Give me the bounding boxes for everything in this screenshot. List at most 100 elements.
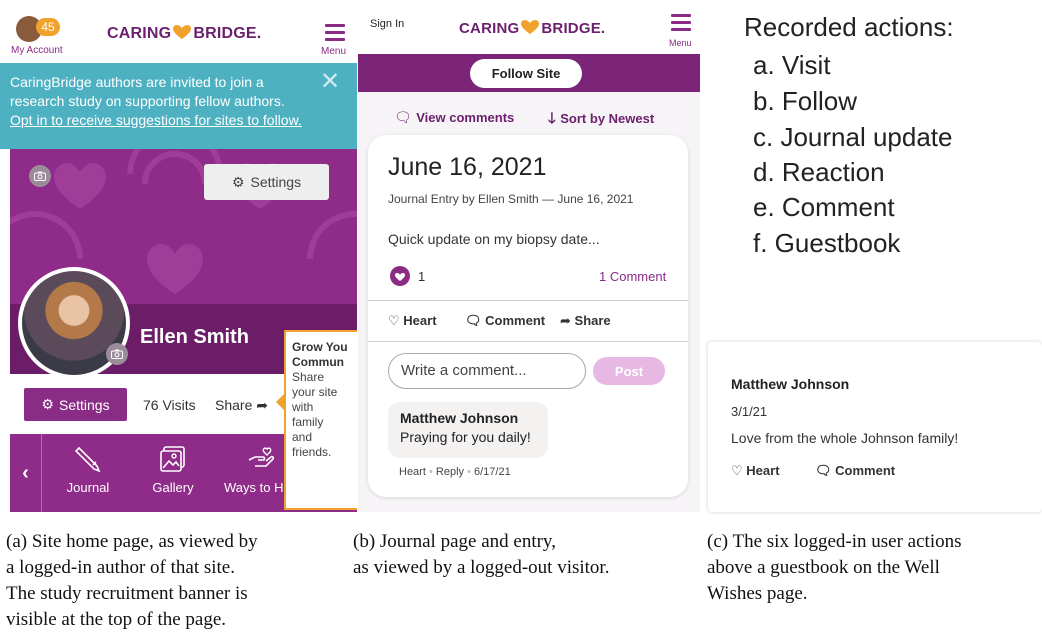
settings-button[interactable]: ⚙ Settings bbox=[24, 388, 127, 421]
nav-gallery-label: Gallery bbox=[152, 480, 194, 495]
logo-text-right: BRIDGE. bbox=[541, 20, 606, 37]
tooltip-heading-1: Grow You bbox=[292, 340, 348, 354]
caption-line: above a guestbook on the Well bbox=[707, 557, 940, 578]
sign-in-link[interactable]: Sign In bbox=[370, 18, 404, 30]
settings-button-label: Settings bbox=[58, 396, 110, 413]
entry-byline: Journal Entry by Ellen Smith — June 16, … bbox=[388, 192, 634, 206]
camera-icon[interactable] bbox=[106, 343, 128, 365]
guest-comment-button[interactable]: 🗨︎ Comment bbox=[815, 463, 895, 479]
comment-icon: 🗨︎ bbox=[394, 109, 412, 125]
opt-in-link[interactable]: Opt in to receive suggestions for sites … bbox=[10, 111, 347, 130]
sort-by-newest-link[interactable]: 🡓 Sort by Newest bbox=[548, 108, 654, 133]
heart-logo-icon bbox=[173, 25, 192, 39]
pencil-icon bbox=[74, 446, 101, 473]
helping-hand-icon bbox=[248, 447, 275, 467]
comment-icon: 🗨︎ bbox=[815, 463, 832, 478]
menu-icon[interactable] bbox=[671, 14, 691, 35]
banner-line-1: CaringBridge authors are invited to join… bbox=[10, 74, 264, 90]
action-item: b. Follow bbox=[753, 86, 858, 116]
sort-label: Sort by Newest bbox=[560, 111, 655, 126]
action-item: a. Visit bbox=[753, 50, 831, 80]
caption-line: (a) Site home page, as viewed by bbox=[6, 531, 258, 552]
follow-site-button[interactable]: Follow Site bbox=[470, 59, 582, 88]
tooltip-arrow bbox=[276, 394, 284, 410]
my-account-link[interactable]: My Account bbox=[11, 45, 63, 56]
menu-label[interactable]: Menu bbox=[669, 38, 692, 48]
comment-count-link[interactable]: 1 Comment bbox=[599, 269, 666, 284]
close-icon[interactable]: ✕ bbox=[320, 70, 340, 94]
comment-meta: Heart • Reply • 6/17/21 bbox=[399, 466, 511, 478]
arrow-down-icon: 🡓 bbox=[548, 110, 556, 127]
nav-ways-label: Ways to He bbox=[224, 480, 291, 495]
comment-label: Comment bbox=[835, 463, 896, 478]
commenter-name: Matthew Johnson bbox=[400, 410, 519, 426]
heart-button[interactable]: ♡ Heart bbox=[388, 313, 437, 329]
site-owner-name: Ellen Smith bbox=[140, 326, 249, 348]
menu-label[interactable]: Menu bbox=[321, 46, 346, 57]
reaction-count: 1 bbox=[418, 269, 426, 284]
caption-c: (c) The six logged-in user actions above… bbox=[707, 529, 1042, 607]
guest-heart-button[interactable]: ♡ Heart bbox=[731, 463, 780, 479]
action-item: e. Comment bbox=[753, 192, 895, 222]
nav-item-gallery[interactable]: Gallery bbox=[138, 444, 208, 495]
action-item: f. Guestbook bbox=[753, 228, 901, 258]
comment-input[interactable]: Write a comment... bbox=[388, 353, 586, 389]
guestbook-card: Matthew Johnson 3/1/21 Love from the who… bbox=[708, 342, 1042, 512]
share-icon: ➦ bbox=[560, 313, 571, 328]
menu-icon[interactable] bbox=[325, 24, 345, 45]
comment-button[interactable]: 🗨︎ Comment bbox=[465, 313, 545, 329]
caption-line: (c) The six logged-in user actions bbox=[707, 531, 962, 552]
caption-line: Wishes page. bbox=[707, 583, 808, 604]
tooltip-line: with bbox=[292, 400, 314, 414]
tooltip-line: friends. bbox=[292, 445, 332, 459]
comment-heart-link[interactable]: Heart bbox=[399, 466, 426, 478]
gear-icon: ⚙ bbox=[41, 396, 54, 412]
comment-text: Praying for you daily! bbox=[400, 429, 531, 445]
tooltip-line: Share bbox=[292, 370, 325, 384]
recorded-actions-title: Recorded actions: bbox=[744, 12, 954, 42]
gear-icon: ⚙ bbox=[231, 173, 245, 190]
comment-date: 6/17/21 bbox=[474, 466, 511, 478]
research-study-banner: CaringBridge authors are invited to join… bbox=[0, 63, 357, 149]
heart-icon: ♡ bbox=[731, 463, 743, 478]
share-button[interactable]: ➦ Share bbox=[560, 313, 611, 329]
share-link[interactable]: Share ➦ bbox=[215, 397, 268, 414]
logo-text-left: CARING bbox=[459, 20, 520, 37]
caption-line: (b) Journal page and entry, bbox=[353, 531, 556, 552]
heart-label: Heart bbox=[746, 463, 780, 478]
tooltip-line: and bbox=[292, 430, 313, 444]
guest-date: 3/1/21 bbox=[731, 404, 768, 419]
view-comments-label: View comments bbox=[416, 110, 515, 125]
post-button[interactable]: Post bbox=[593, 357, 665, 385]
camera-icon[interactable] bbox=[29, 165, 51, 187]
hero-settings-button[interactable]: ⚙ Settings bbox=[204, 164, 329, 200]
panel-b-journal-page: Sign In CARING BRIDGE. Menu Follow Site 🗨… bbox=[358, 0, 700, 512]
caringbridge-logo[interactable]: CARING BRIDGE. bbox=[459, 19, 605, 37]
comment-reply-link[interactable]: Reply bbox=[436, 466, 464, 478]
banner-line-2: research study on supporting fellow auth… bbox=[10, 93, 285, 109]
caption-line: as viewed by a logged-out visitor. bbox=[353, 557, 610, 578]
journal-entry-card: June 16, 2021 Journal Entry by Ellen Smi… bbox=[368, 135, 688, 497]
panel-a-site-home: 45 My Account CARING BRIDGE. Menu CaringB… bbox=[0, 0, 357, 512]
logo-text-right: BRIDGE. bbox=[193, 25, 262, 42]
entry-title: June 16, 2021 bbox=[388, 153, 547, 181]
caption-a: (a) Site home page, as viewed by a logge… bbox=[6, 529, 258, 633]
comment-bubble: Matthew Johnson Praying for you daily! bbox=[388, 402, 548, 458]
comment-icon: 🗨︎ bbox=[465, 313, 482, 328]
visit-count: 76 Visits bbox=[143, 397, 196, 413]
nav-item-journal[interactable]: Journal bbox=[53, 444, 123, 495]
guest-name: Matthew Johnson bbox=[731, 376, 850, 392]
chevron-left-icon[interactable]: ‹ bbox=[10, 434, 42, 512]
share-label: Share bbox=[574, 313, 611, 328]
view-comments-link[interactable]: 🗨︎ View comments bbox=[394, 109, 514, 127]
caringbridge-logo[interactable]: CARING BRIDGE. bbox=[107, 24, 261, 43]
action-item: c. Journal update bbox=[753, 122, 953, 152]
tooltip-heading-2: Commun bbox=[292, 355, 344, 369]
notification-badge: 45 bbox=[36, 18, 60, 36]
guest-message: Love from the whole Johnson family! bbox=[731, 430, 959, 446]
action-item: d. Reaction bbox=[753, 157, 885, 187]
heart-logo-icon bbox=[521, 20, 540, 34]
tooltip-line: family bbox=[292, 415, 324, 429]
share-label: Share bbox=[215, 397, 253, 413]
heart-label: Heart bbox=[403, 313, 437, 328]
